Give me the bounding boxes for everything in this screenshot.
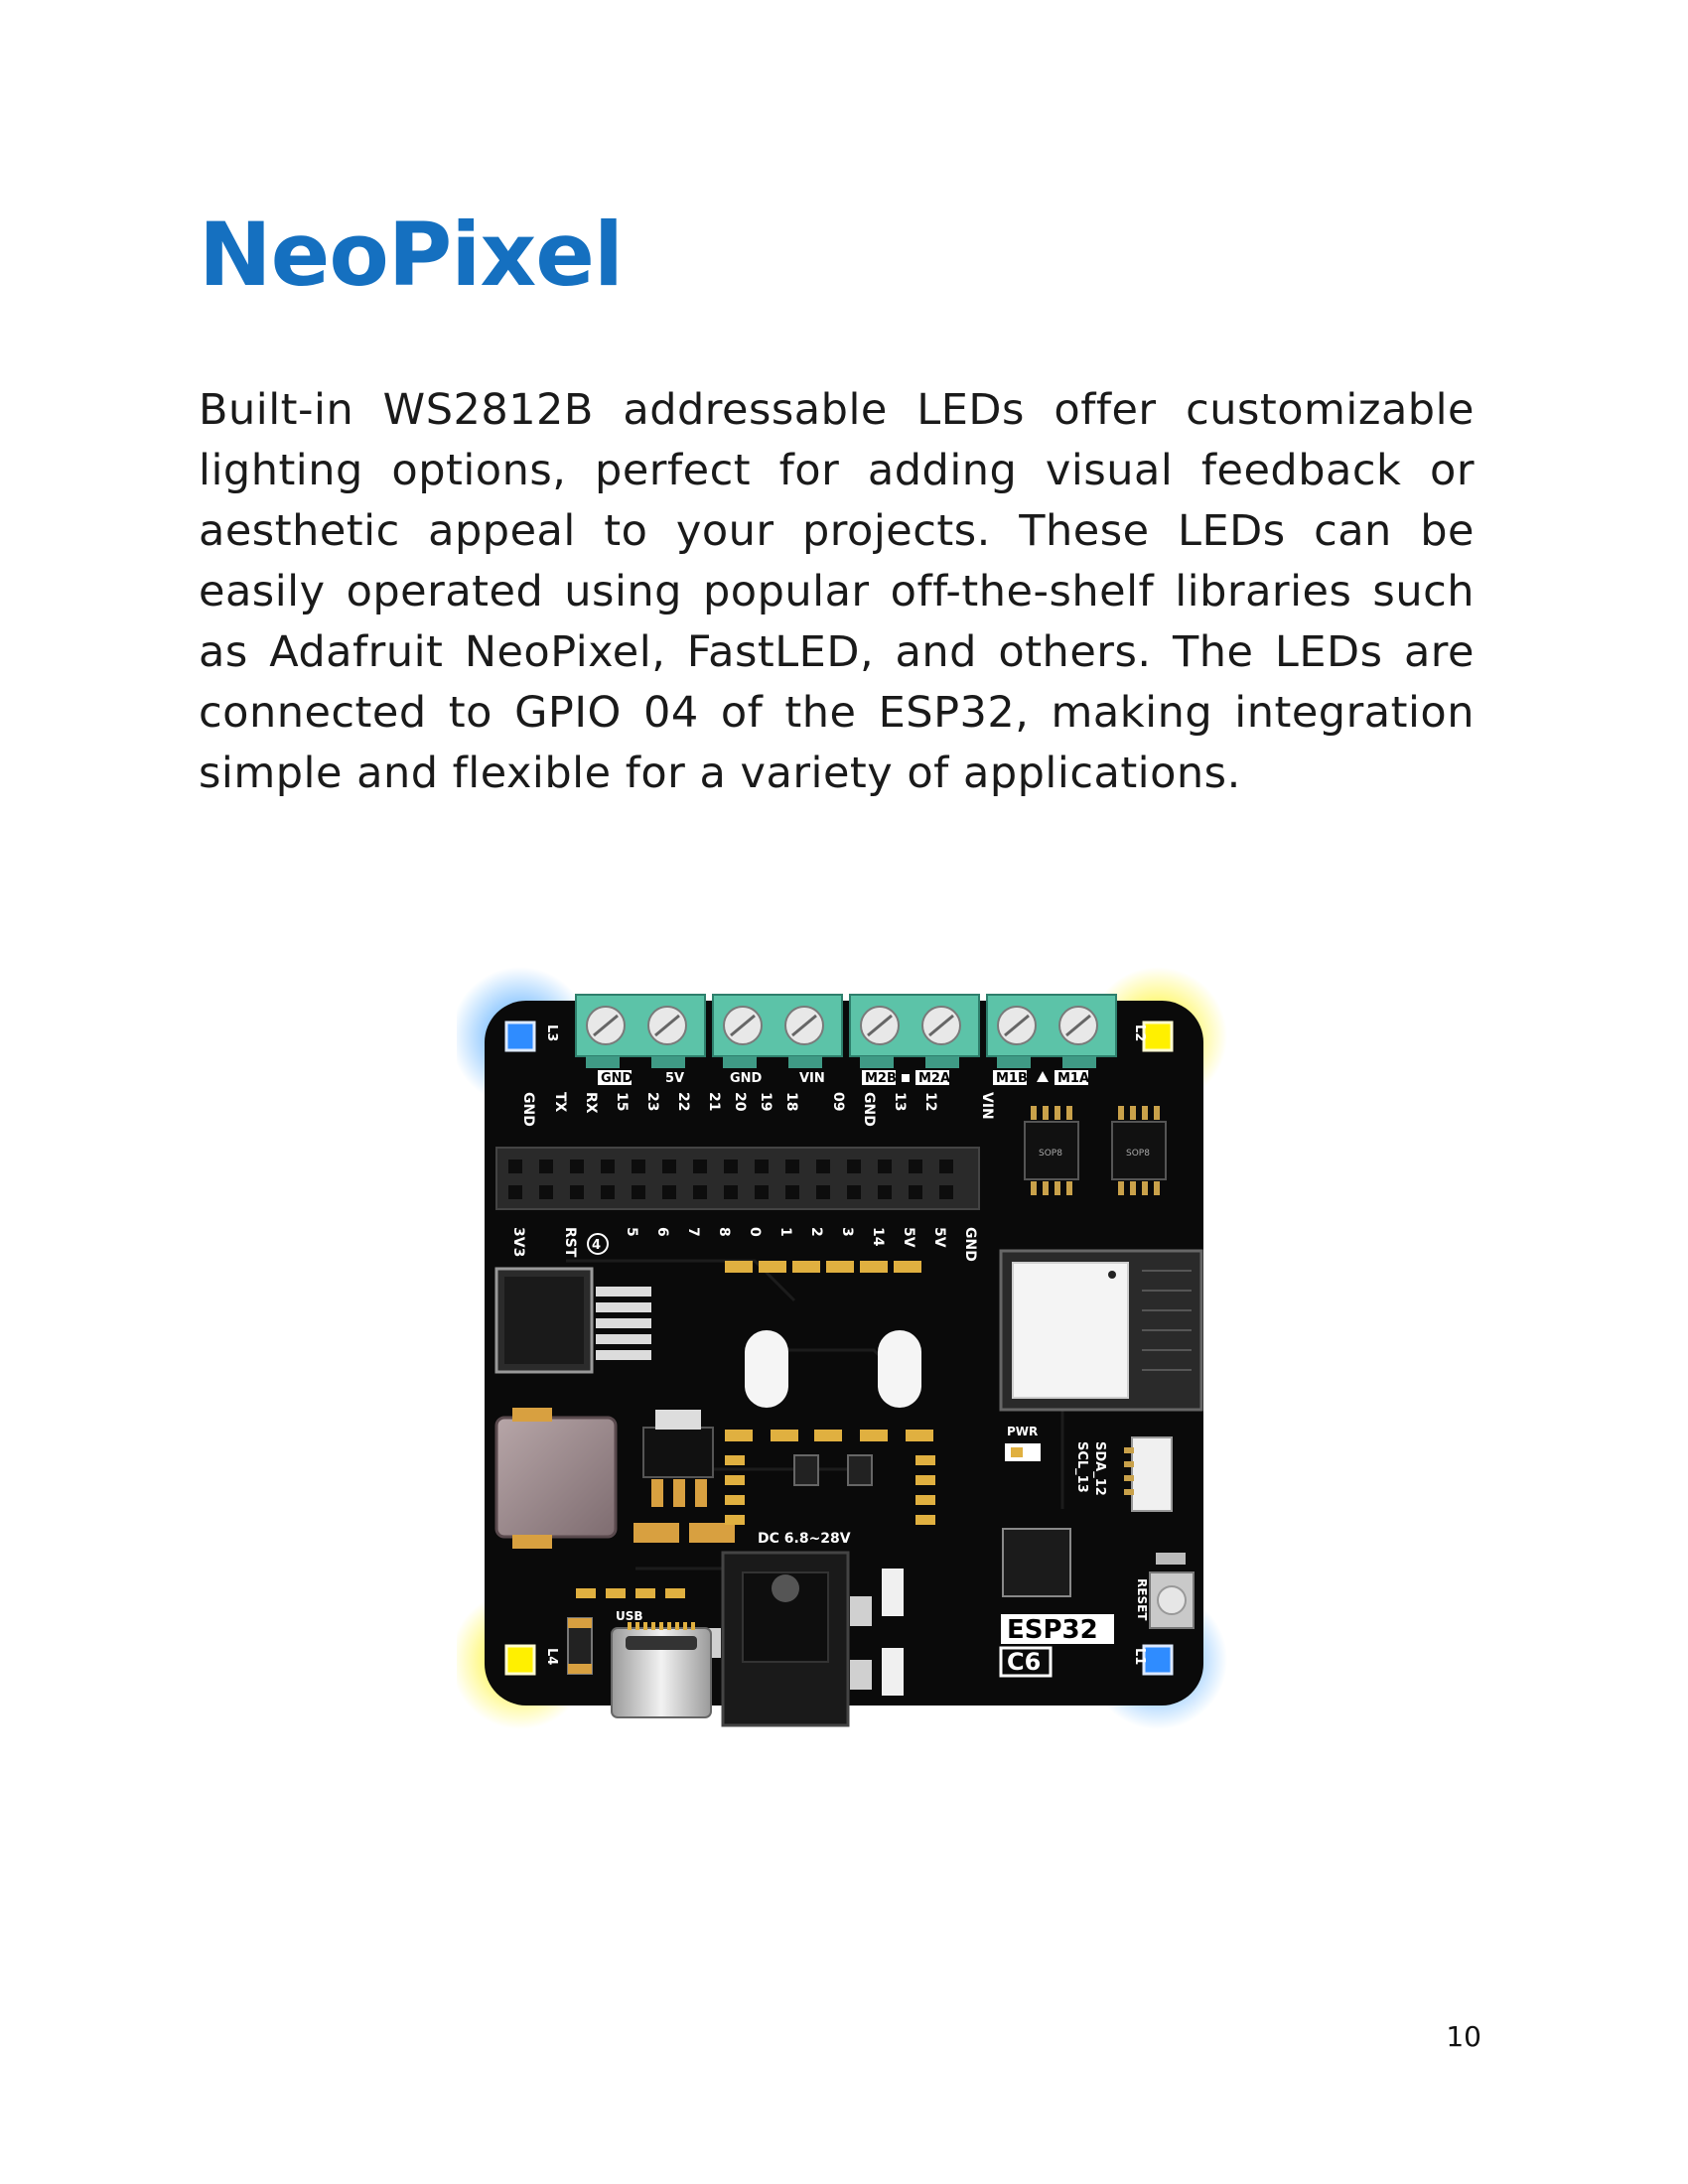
header-pin <box>816 1185 830 1199</box>
svg-text:GND: GND <box>962 1227 978 1262</box>
header-pin <box>909 1160 922 1173</box>
terminal-label: GND <box>730 1071 763 1086</box>
terminal-label: GND <box>601 1071 633 1086</box>
page-title: NeoPixel <box>199 204 624 306</box>
header-pin <box>755 1160 769 1173</box>
header-pin <box>570 1185 584 1199</box>
svg-text:13: 13 <box>892 1092 908 1111</box>
model-line2: C6 <box>1007 1648 1041 1676</box>
pin-header <box>495 1147 980 1210</box>
terminal-label: 5V <box>665 1071 684 1086</box>
svg-text:5V: 5V <box>931 1227 947 1248</box>
body-paragraph: Built-in WS2812B addressable LEDs offer … <box>199 385 1475 798</box>
svg-text:TX: TX <box>552 1092 568 1113</box>
svg-text:3: 3 <box>839 1227 855 1237</box>
led-label: L2 <box>1132 1024 1147 1041</box>
terminal-label: M1B <box>996 1071 1028 1086</box>
header-pin <box>939 1185 953 1199</box>
svg-text:22: 22 <box>675 1092 691 1111</box>
svg-text:8: 8 <box>716 1227 732 1237</box>
header-pin <box>601 1160 615 1173</box>
svg-text:SOP8: SOP8 <box>1039 1149 1062 1159</box>
led-label: L4 <box>544 1648 559 1665</box>
svg-text:12: 12 <box>922 1092 938 1111</box>
header-pin <box>693 1160 707 1173</box>
svg-text:SOP8: SOP8 <box>1126 1149 1150 1159</box>
header-pin <box>662 1160 676 1173</box>
header-pin <box>508 1160 522 1173</box>
usb-label: USB <box>616 1609 643 1623</box>
svg-text:09: 09 <box>830 1092 846 1111</box>
header-pin <box>724 1160 738 1173</box>
header-pin <box>785 1185 799 1199</box>
header-pin <box>570 1160 584 1173</box>
svg-text:RST: RST <box>562 1227 578 1258</box>
header-pin <box>878 1185 892 1199</box>
header-pin <box>508 1185 522 1199</box>
svg-text:15: 15 <box>614 1092 630 1111</box>
led-label: L1 <box>1132 1648 1147 1665</box>
scl-label: SCL_13 <box>1074 1441 1089 1493</box>
header-pin <box>662 1185 676 1199</box>
header-pin <box>632 1185 645 1199</box>
header-pin <box>632 1160 645 1173</box>
header-pin <box>724 1185 738 1199</box>
terminal-label: M1A <box>1057 1071 1089 1086</box>
svg-text:GND: GND <box>861 1092 877 1127</box>
board-image: GND 5V GND VIN M2B M2A M1B M1A GND TX RX… <box>451 953 1231 1747</box>
header-pin <box>693 1185 707 1199</box>
header-pin <box>847 1185 861 1199</box>
page-number: 10 <box>1446 2020 1481 2053</box>
pwr-label: PWR <box>1007 1425 1038 1438</box>
svg-text:14: 14 <box>870 1227 886 1247</box>
header-pin <box>601 1185 615 1199</box>
dc-label: DC 6.8~28V <box>758 1531 851 1547</box>
svg-text:2: 2 <box>808 1227 824 1237</box>
svg-text:18: 18 <box>783 1092 799 1111</box>
svg-text:23: 23 <box>644 1092 660 1111</box>
header-pin <box>539 1160 553 1173</box>
model-line1: ESP32 <box>1007 1615 1098 1645</box>
led-label: L3 <box>544 1024 559 1041</box>
svg-text:5V: 5V <box>901 1227 916 1248</box>
terminal-label: M2A <box>918 1071 950 1086</box>
svg-text:3V3: 3V3 <box>510 1227 526 1257</box>
svg-text:21: 21 <box>706 1092 722 1111</box>
terminal-label: VIN <box>799 1071 825 1086</box>
svg-text:7: 7 <box>685 1227 701 1237</box>
sda-label: SDA_12 <box>1092 1441 1107 1496</box>
svg-text:6: 6 <box>654 1227 670 1237</box>
svg-text:19: 19 <box>758 1092 774 1111</box>
header-pin <box>847 1160 861 1173</box>
reset-label: RESET <box>1135 1578 1149 1621</box>
header-pin <box>909 1185 922 1199</box>
header-pin <box>816 1160 830 1173</box>
svg-text:0: 0 <box>747 1227 763 1237</box>
header-pin <box>939 1160 953 1173</box>
esp32-module <box>999 1249 1203 1412</box>
header-pin <box>785 1160 799 1173</box>
svg-text:1: 1 <box>777 1227 793 1237</box>
svg-text:20: 20 <box>732 1092 748 1112</box>
header-pin <box>539 1185 553 1199</box>
qfn-chip <box>1002 1528 1071 1597</box>
header-pin <box>755 1185 769 1199</box>
header-pin <box>878 1160 892 1173</box>
svg-text:RX: RX <box>583 1092 599 1114</box>
svg-text:VIN: VIN <box>979 1092 995 1120</box>
terminal-label: M2B <box>865 1071 897 1086</box>
svg-text:4: 4 <box>592 1238 601 1253</box>
svg-text:GND: GND <box>520 1092 536 1127</box>
svg-text:5: 5 <box>624 1227 639 1237</box>
